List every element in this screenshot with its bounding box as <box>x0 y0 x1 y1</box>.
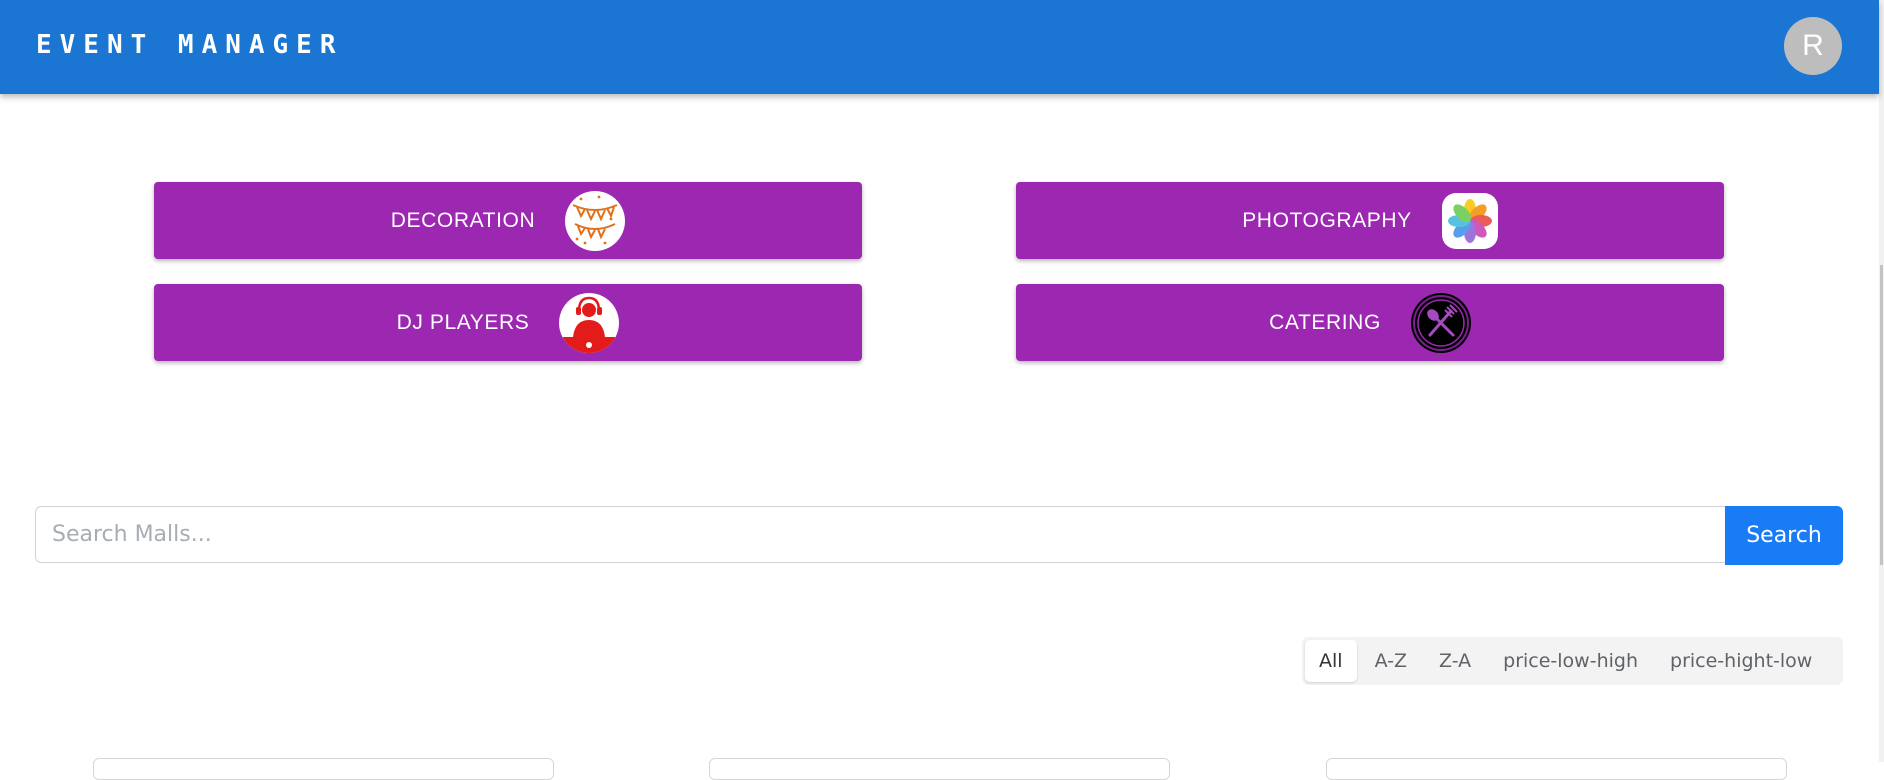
bunting-icon <box>565 190 626 251</box>
mall-card[interactable] <box>709 758 1170 780</box>
catering-label: CATERING <box>1269 310 1381 334</box>
sort-price-low-high[interactable]: price-low-high <box>1487 640 1654 682</box>
dj-players-button[interactable]: DJ PLAYERS <box>154 284 862 361</box>
search-button[interactable]: Search <box>1725 506 1843 565</box>
sort-a-z[interactable]: A-Z <box>1359 640 1423 682</box>
decoration-button[interactable]: DECORATION <box>154 182 862 259</box>
user-avatar[interactable]: R <box>1784 17 1842 75</box>
fork-spoon-icon <box>1410 292 1471 353</box>
photography-button[interactable]: PHOTOGRAPHY <box>1016 182 1724 259</box>
decoration-label: DECORATION <box>390 208 536 232</box>
sort-z-a[interactable]: Z-A <box>1423 640 1487 682</box>
scrollbar-thumb[interactable] <box>1880 265 1883 565</box>
search-input[interactable] <box>35 506 1725 563</box>
sort-options: All A-Z Z-A price-low-high price-hight-l… <box>1302 637 1843 685</box>
photos-icon <box>1441 192 1498 249</box>
catering-button[interactable]: CATERING <box>1016 284 1724 361</box>
app-bar: EVENT MANAGER R <box>0 0 1879 94</box>
mall-card[interactable] <box>1326 758 1787 780</box>
photography-label: PHOTOGRAPHY <box>1242 208 1412 232</box>
sort-all[interactable]: All <box>1305 640 1357 682</box>
app-title: EVENT MANAGER <box>36 30 344 60</box>
sort-price-high-low[interactable]: price-hight-low <box>1654 640 1828 682</box>
dj-players-label: DJ PLAYERS <box>396 310 530 334</box>
mall-card[interactable] <box>93 758 554 780</box>
dj-icon <box>559 292 620 353</box>
